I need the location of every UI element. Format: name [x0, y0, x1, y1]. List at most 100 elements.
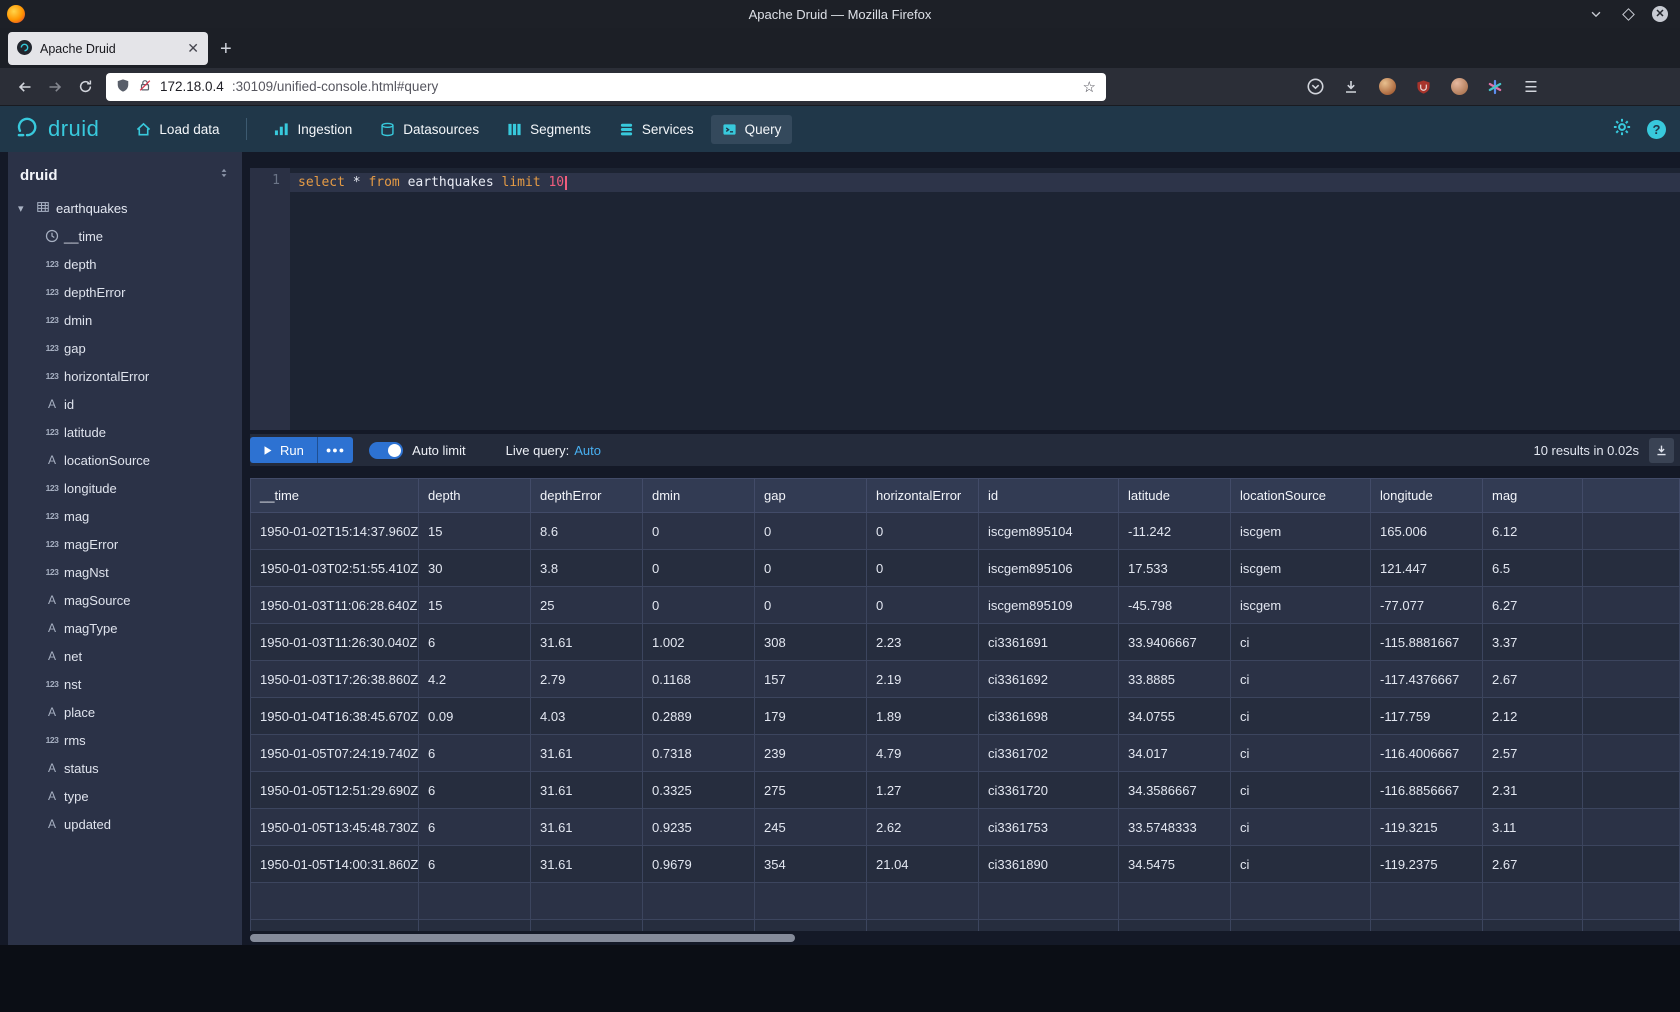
- result-cell[interactable]: 0: [643, 550, 755, 587]
- result-cell[interactable]: -119.3215: [1371, 809, 1483, 846]
- result-cell[interactable]: 275: [755, 772, 867, 809]
- result-cell[interactable]: 3.11: [1483, 809, 1583, 846]
- nav-item-services[interactable]: Services: [608, 115, 705, 144]
- result-cell[interactable]: -116.8856667: [1371, 772, 1483, 809]
- tracking-shield-icon[interactable]: [116, 78, 130, 96]
- result-cell[interactable]: 0.7318: [643, 735, 755, 772]
- result-cell[interactable]: 6: [419, 735, 531, 772]
- result-cell[interactable]: -116.4006667: [1371, 735, 1483, 772]
- result-cell[interactable]: 31.61: [531, 772, 643, 809]
- avatar-extension-icon[interactable]: [1448, 76, 1470, 98]
- column-item-id[interactable]: Aid: [8, 390, 242, 418]
- result-cell[interactable]: iscgem: [1231, 513, 1371, 550]
- result-cell[interactable]: iscgem895109: [979, 587, 1119, 624]
- column-item-nst[interactable]: 123nst: [8, 670, 242, 698]
- result-cell[interactable]: 33.5748333: [1119, 809, 1231, 846]
- result-cell[interactable]: 0: [867, 550, 979, 587]
- result-cell[interactable]: ci3361753: [979, 809, 1119, 846]
- result-cell[interactable]: 6: [419, 809, 531, 846]
- column-item-status[interactable]: Astatus: [8, 754, 242, 782]
- result-cell[interactable]: 6: [419, 624, 531, 661]
- result-cell[interactable]: -117.4376667: [1371, 661, 1483, 698]
- result-cell[interactable]: 157: [755, 661, 867, 698]
- tab-close-icon[interactable]: ✕: [187, 40, 199, 57]
- result-cell[interactable]: ci: [1231, 624, 1371, 661]
- result-cell[interactable]: -117.759: [1371, 698, 1483, 735]
- result-cell[interactable]: 1950-01-05T13:45:48.730Z: [251, 809, 419, 846]
- column-item-magSource[interactable]: AmagSource: [8, 586, 242, 614]
- column-item-longitude[interactable]: 123longitude: [8, 474, 242, 502]
- result-cell[interactable]: ci3361691: [979, 624, 1119, 661]
- result-cell[interactable]: 0: [867, 587, 979, 624]
- result-cell[interactable]: ci: [1231, 772, 1371, 809]
- column-item-place[interactable]: Aplace: [8, 698, 242, 726]
- nav-item-segments[interactable]: Segments: [496, 115, 602, 144]
- result-cell[interactable]: 31.61: [531, 735, 643, 772]
- result-cell[interactable]: 1950-01-05T07:24:19.740Z: [251, 735, 419, 772]
- result-cell[interactable]: 31.61: [531, 809, 643, 846]
- result-cell[interactable]: 34.3586667: [1119, 772, 1231, 809]
- result-cell[interactable]: 121.447: [1371, 550, 1483, 587]
- result-cell[interactable]: 1.002: [643, 624, 755, 661]
- result-cell[interactable]: 0.9235: [643, 809, 755, 846]
- column-header-gap[interactable]: gap: [755, 479, 867, 513]
- result-cell[interactable]: 6.27: [1483, 587, 1583, 624]
- column-header-id[interactable]: id: [979, 479, 1119, 513]
- result-cell[interactable]: 2.67: [1483, 846, 1583, 883]
- result-cell[interactable]: 1950-01-05T14:00:31.860Z: [251, 846, 419, 883]
- result-cell[interactable]: 0.1168: [643, 661, 755, 698]
- result-cell[interactable]: 0.3325: [643, 772, 755, 809]
- result-cell[interactable]: ci: [1231, 846, 1371, 883]
- result-cell[interactable]: 34.017: [1119, 735, 1231, 772]
- nav-item-datasources[interactable]: Datasources: [369, 115, 490, 144]
- result-cell[interactable]: 0.9679: [643, 846, 755, 883]
- bookmark-star-icon[interactable]: ☆: [1083, 78, 1096, 96]
- tab-apache-druid[interactable]: Apache Druid ✕: [8, 32, 208, 65]
- result-cell[interactable]: 2.67: [1483, 661, 1583, 698]
- result-cell[interactable]: 30: [419, 550, 531, 587]
- result-cell[interactable]: 2.31: [1483, 772, 1583, 809]
- result-cell[interactable]: 1950-01-04T16:38:45.670Z: [251, 698, 419, 735]
- result-cell[interactable]: 354: [755, 846, 867, 883]
- result-cell[interactable]: 25: [531, 587, 643, 624]
- insecure-lock-icon[interactable]: [138, 78, 152, 96]
- column-header-longitude[interactable]: longitude: [1371, 479, 1483, 513]
- column-header-mag[interactable]: mag: [1483, 479, 1583, 513]
- result-cell[interactable]: 15: [419, 513, 531, 550]
- result-cell[interactable]: iscgem895104: [979, 513, 1119, 550]
- result-cell[interactable]: iscgem895106: [979, 550, 1119, 587]
- column-header-__time[interactable]: __time: [251, 479, 419, 513]
- result-cell[interactable]: 1950-01-02T15:14:37.960Z: [251, 513, 419, 550]
- help-button[interactable]: ?: [1647, 120, 1666, 139]
- horizontal-scrollbar[interactable]: [250, 934, 1679, 942]
- column-item-locationSource[interactable]: AlocationSource: [8, 446, 242, 474]
- column-item-magError[interactable]: 123magError: [8, 530, 242, 558]
- result-cell[interactable]: 2.57: [1483, 735, 1583, 772]
- forward-button[interactable]: [40, 73, 70, 101]
- column-item-latitude[interactable]: 123latitude: [8, 418, 242, 446]
- column-item-updated[interactable]: Aupdated: [8, 810, 242, 838]
- run-more-button[interactable]: ●●●: [317, 437, 353, 463]
- result-cell[interactable]: -119.2375: [1371, 846, 1483, 883]
- result-cell[interactable]: 33.9406667: [1119, 624, 1231, 661]
- column-header-locationSource[interactable]: locationSource: [1231, 479, 1371, 513]
- column-item-__time[interactable]: __time: [8, 222, 242, 250]
- result-cell[interactable]: 6.5: [1483, 550, 1583, 587]
- result-cell[interactable]: 31.61: [531, 624, 643, 661]
- result-cell[interactable]: 165.006: [1371, 513, 1483, 550]
- result-cell[interactable]: ci3361720: [979, 772, 1119, 809]
- new-tab-button[interactable]: +: [220, 39, 232, 59]
- downloads-icon[interactable]: [1340, 76, 1362, 98]
- scrollbar-thumb[interactable]: [250, 934, 795, 942]
- editor-code-area[interactable]: select * from earthquakes limit 10: [290, 168, 1680, 430]
- column-item-net[interactable]: Anet: [8, 642, 242, 670]
- column-header-depthError[interactable]: depthError: [531, 479, 643, 513]
- result-cell[interactable]: ci3361890: [979, 846, 1119, 883]
- reload-button[interactable]: [70, 73, 100, 101]
- result-cell[interactable]: 8.6: [531, 513, 643, 550]
- result-cell[interactable]: 0: [643, 587, 755, 624]
- result-cell[interactable]: 4.2: [419, 661, 531, 698]
- result-cell[interactable]: -77.077: [1371, 587, 1483, 624]
- result-cell[interactable]: 34.5475: [1119, 846, 1231, 883]
- pocket-icon[interactable]: [1304, 76, 1326, 98]
